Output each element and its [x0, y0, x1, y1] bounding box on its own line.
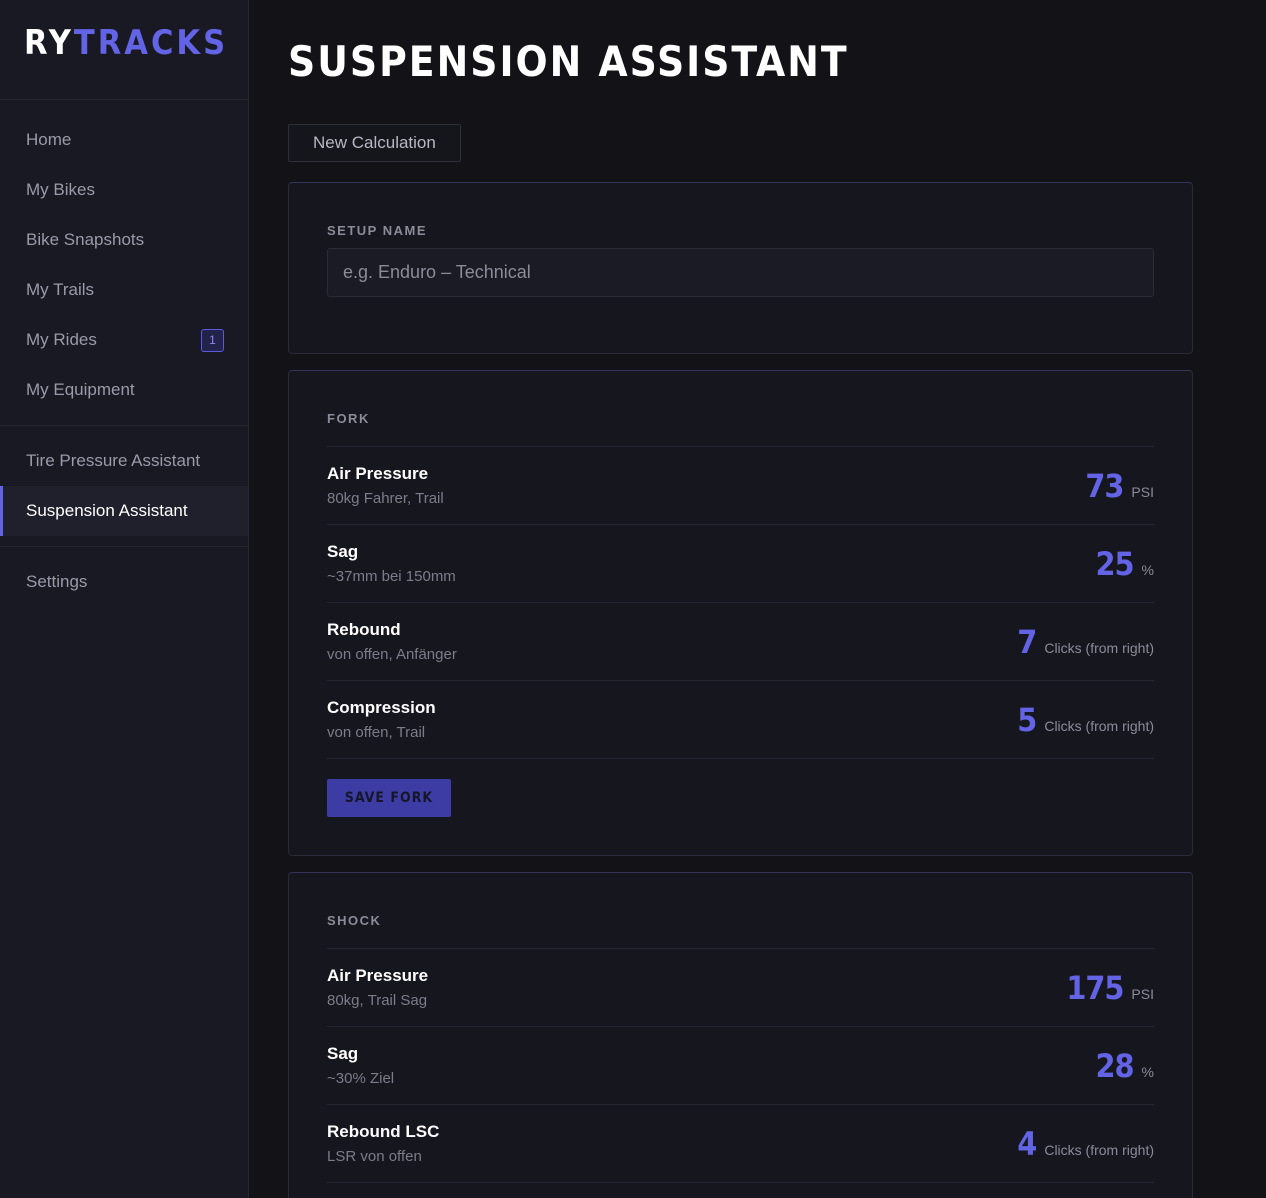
logo-part-1: RY — [24, 23, 74, 63]
setting-name: Sag — [327, 1044, 359, 1063]
sidebar-item-bike-snapshots[interactable]: Bike Snapshots — [0, 215, 248, 265]
sidebar-item-label: Suspension Assistant — [26, 501, 188, 520]
setting-unit: PSI — [1131, 985, 1154, 1002]
setting-number: 73 — [1085, 466, 1124, 505]
setting-name: Air Pressure — [327, 464, 429, 483]
sidebar-item-my-rides[interactable]: My Rides 1 — [0, 315, 248, 365]
logo[interactable]: RYTRACKS — [0, 0, 248, 100]
setting-value: 7 Clicks (from right) — [1017, 623, 1154, 661]
sidebar-item-label: My Rides — [26, 330, 97, 349]
save-fork-button[interactable]: SAVE FORK — [327, 779, 451, 817]
setting-value: 4 Clicks (from right) — [1017, 1125, 1154, 1163]
setting-value: 28 % — [1095, 1047, 1154, 1085]
setting-number: 5 — [1017, 700, 1037, 739]
setting-name: Air Pressure — [327, 966, 429, 985]
sidebar-item-label: Bike Snapshots — [26, 230, 145, 249]
setting-unit: Clicks (from right) — [1044, 639, 1154, 656]
setting-number: 4 — [1017, 1124, 1037, 1163]
setting-description: von offen, Anfänger — [327, 646, 457, 663]
shock-settings-list: Air Pressure 80kg, Trail Sag 175 PSI Sag… — [327, 948, 1154, 1183]
setting-value: 5 Clicks (from right) — [1017, 701, 1154, 739]
page-title: SUSPENSION ASSISTANT — [288, 37, 849, 86]
setting-value: 25 % — [1095, 545, 1154, 583]
sidebar-item-settings[interactable]: Settings — [0, 557, 248, 607]
sidebar-item-label: Home — [26, 130, 72, 149]
count-badge: 1 — [201, 328, 224, 352]
main-content: SUSPENSION ASSISTANT New Calculation SET… — [249, 0, 1266, 1198]
nav-group-settings: Settings — [0, 547, 248, 617]
sidebar-item-my-trails[interactable]: My Trails — [0, 265, 248, 315]
setting-unit: Clicks (from right) — [1044, 717, 1154, 734]
sidebar-item-label: My Bikes — [26, 180, 95, 199]
shock-section-label: SHOCK — [327, 913, 382, 928]
setup-name-input[interactable] — [327, 248, 1154, 297]
new-calculation-button[interactable]: New Calculation — [288, 124, 461, 162]
shock-card: SHOCK Air Pressure 80kg, Trail Sag 175 P… — [288, 872, 1193, 1198]
setting-unit: Clicks (from right) — [1044, 1141, 1154, 1158]
setting-description: ~37mm bei 150mm — [327, 568, 456, 585]
setting-name: Rebound — [327, 620, 401, 639]
setting-row-sag: Sag ~30% Ziel 28 % — [327, 1027, 1154, 1105]
setting-number: 175 — [1066, 968, 1124, 1007]
setting-row-rebound-lsc: Rebound LSC LSR von offen 4 Clicks (from… — [327, 1105, 1154, 1183]
setting-unit: % — [1141, 561, 1154, 578]
app-root: RYTRACKS Home My Bikes Bike Snapshots My… — [0, 0, 1266, 1198]
setting-name: Rebound LSC — [327, 1122, 440, 1141]
setting-number: 28 — [1095, 1046, 1134, 1085]
sidebar-item-my-equipment[interactable]: My Equipment — [0, 365, 248, 415]
fork-section-label: FORK — [327, 411, 370, 426]
sidebar-item-tire-pressure-assistant[interactable]: Tire Pressure Assistant — [0, 436, 248, 486]
sidebar-item-label: Tire Pressure Assistant — [26, 451, 201, 470]
setting-row-air-pressure: Air Pressure 80kg, Trail Sag 175 PSI — [327, 949, 1154, 1027]
setting-description: LSR von offen — [327, 1148, 422, 1165]
sidebar-item-label: My Equipment — [26, 380, 135, 399]
setting-description: ~30% Ziel — [327, 1070, 395, 1087]
setting-row-air-pressure: Air Pressure 80kg Fahrer, Trail 73 PSI — [327, 447, 1154, 525]
sidebar-item-label: Settings — [26, 572, 88, 591]
logo-part-2: TRACKS — [73, 23, 229, 63]
setting-unit: PSI — [1131, 483, 1154, 500]
setup-name-label: SETUP NAME — [327, 223, 427, 238]
setting-row-compression: Compression von offen, Trail 5 Clicks (f… — [327, 681, 1154, 759]
setting-number: 25 — [1095, 544, 1134, 583]
setting-description: 80kg, Trail Sag — [327, 992, 428, 1009]
nav-group-assistants: Tire Pressure Assistant Suspension Assis… — [0, 426, 248, 547]
setting-row-sag: Sag ~37mm bei 150mm 25 % — [327, 525, 1154, 603]
fork-settings-list: Air Pressure 80kg Fahrer, Trail 73 PSI S… — [327, 446, 1154, 759]
sidebar: RYTRACKS Home My Bikes Bike Snapshots My… — [0, 0, 249, 1198]
setting-number: 7 — [1017, 622, 1037, 661]
setting-value: 73 PSI — [1085, 467, 1154, 505]
sidebar-item-home[interactable]: Home — [0, 115, 248, 165]
setup-name-card: SETUP NAME — [288, 182, 1193, 354]
setting-row-rebound: Rebound von offen, Anfänger 7 Clicks (fr… — [327, 603, 1154, 681]
sidebar-item-label: My Trails — [26, 280, 94, 299]
setting-name: Sag — [327, 542, 359, 561]
setting-unit: % — [1141, 1063, 1154, 1080]
setting-name: Compression — [327, 698, 436, 717]
setting-description: 80kg Fahrer, Trail — [327, 490, 444, 507]
setting-description: von offen, Trail — [327, 724, 426, 741]
nav-group-main: Home My Bikes Bike Snapshots My Trails M… — [0, 100, 248, 426]
sidebar-item-my-bikes[interactable]: My Bikes — [0, 165, 248, 215]
fork-card: FORK Air Pressure 80kg Fahrer, Trail 73 … — [288, 370, 1193, 856]
sidebar-item-suspension-assistant[interactable]: Suspension Assistant — [0, 486, 248, 536]
setting-value: 175 PSI — [1066, 969, 1154, 1007]
